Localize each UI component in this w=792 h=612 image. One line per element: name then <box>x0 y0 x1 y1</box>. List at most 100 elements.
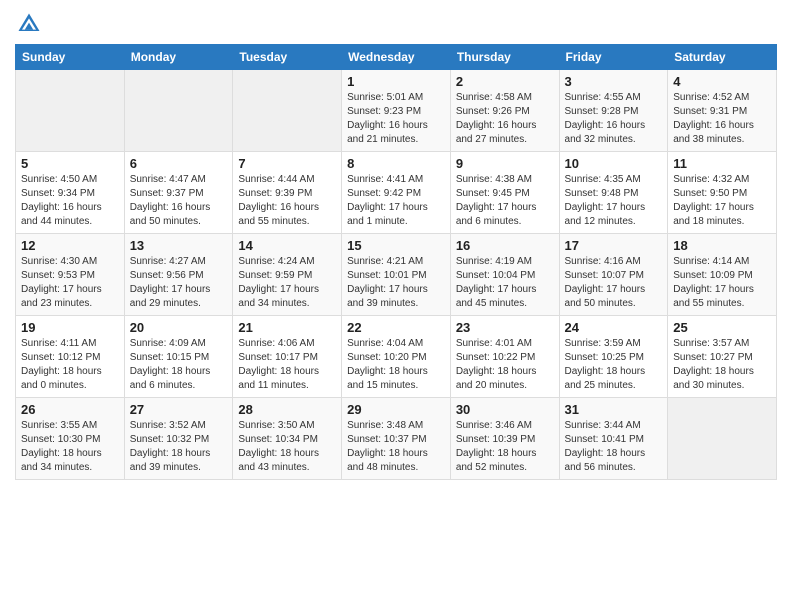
day-info: Sunrise: 5:01 AM Sunset: 9:23 PM Dayligh… <box>347 91 445 147</box>
day-info: Sunrise: 4:32 AM Sunset: 9:50 PM Dayligh… <box>673 173 771 229</box>
day-number: 19 <box>21 320 119 335</box>
day-info: Sunrise: 3:48 AM Sunset: 10:37 PM Daylig… <box>347 419 445 475</box>
day-info: Sunrise: 4:27 AM Sunset: 9:56 PM Dayligh… <box>130 255 228 311</box>
day-number: 28 <box>238 402 336 417</box>
day-info: Sunrise: 4:41 AM Sunset: 9:42 PM Dayligh… <box>347 173 445 229</box>
day-cell: 2 Sunrise: 4:58 AM Sunset: 9:26 PM Daylig… <box>450 70 559 152</box>
day-number: 9 <box>456 156 554 171</box>
day-info: Sunrise: 3:50 AM Sunset: 10:34 PM Daylig… <box>238 419 336 475</box>
day-cell <box>16 70 125 152</box>
day-info: Sunrise: 4:30 AM Sunset: 9:53 PM Dayligh… <box>21 255 119 311</box>
day-cell: 24 Sunrise: 3:59 AM Sunset: 10:25 PM Dayl… <box>559 316 668 398</box>
day-info: Sunrise: 4:52 AM Sunset: 9:31 PM Dayligh… <box>673 91 771 147</box>
day-cell: 15 Sunrise: 4:21 AM Sunset: 10:01 PM Dayl… <box>342 234 451 316</box>
day-info: Sunrise: 4:04 AM Sunset: 10:20 PM Daylig… <box>347 337 445 393</box>
day-number: 18 <box>673 238 771 253</box>
day-cell: 19Sunrise: 4:11 AM Sunset: 10:12 PM Dayl… <box>16 316 125 398</box>
day-header-row: SundayMondayTuesdayWednesdayThursdayFrid… <box>16 45 777 70</box>
day-info: Sunrise: 4:09 AM Sunset: 10:15 PM Daylig… <box>130 337 228 393</box>
day-cell: 22Sunrise: 4:04 AM Sunset: 10:20 PM Dayl… <box>342 316 451 398</box>
day-number: 27 <box>130 402 228 417</box>
day-cell: 1 Sunrise: 5:01 AM Sunset: 9:23 PM Daylig… <box>342 70 451 152</box>
day-info: Sunrise: 4:21 AM Sunset: 10:01 PM Daylig… <box>347 255 445 311</box>
day-cell: 13Sunrise: 4:27 AM Sunset: 9:56 PM Dayli… <box>124 234 233 316</box>
day-header-tuesday: Tuesday <box>233 45 342 70</box>
day-number: 1 <box>347 74 445 89</box>
day-number: 7 <box>238 156 336 171</box>
day-number: 30 <box>456 402 554 417</box>
day-header-sunday: Sunday <box>16 45 125 70</box>
day-cell: 7 Sunrise: 4:44 AM Sunset: 9:39 PM Daylig… <box>233 152 342 234</box>
day-info: Sunrise: 3:52 AM Sunset: 10:32 PM Daylig… <box>130 419 228 475</box>
day-info: Sunrise: 4:14 AM Sunset: 10:09 PM Daylig… <box>673 255 771 311</box>
day-cell <box>124 70 233 152</box>
day-cell: 21Sunrise: 4:06 AM Sunset: 10:17 PM Dayl… <box>233 316 342 398</box>
day-number: 17 <box>565 238 663 253</box>
week-row-5: 26 Sunrise: 3:55 AM Sunset: 10:30 PM Dayl… <box>16 398 777 480</box>
day-cell: 25 Sunrise: 3:57 AM Sunset: 10:27 PM Dayl… <box>668 316 777 398</box>
day-number: 29 <box>347 402 445 417</box>
day-cell: 5 Sunrise: 4:50 AM Sunset: 9:34 PM Daylig… <box>16 152 125 234</box>
day-cell: 30 Sunrise: 3:46 AM Sunset: 10:39 PM Dayl… <box>450 398 559 480</box>
day-header-monday: Monday <box>124 45 233 70</box>
logo <box>15 10 47 38</box>
day-info: Sunrise: 3:44 AM Sunset: 10:41 PM Daylig… <box>565 419 663 475</box>
day-number: 24 <box>565 320 663 335</box>
day-cell: 20Sunrise: 4:09 AM Sunset: 10:15 PM Dayl… <box>124 316 233 398</box>
day-cell: 16Sunrise: 4:19 AM Sunset: 10:04 PM Dayl… <box>450 234 559 316</box>
day-number: 3 <box>565 74 663 89</box>
day-number: 10 <box>565 156 663 171</box>
week-row-4: 19Sunrise: 4:11 AM Sunset: 10:12 PM Dayl… <box>16 316 777 398</box>
day-info: Sunrise: 3:46 AM Sunset: 10:39 PM Daylig… <box>456 419 554 475</box>
header <box>15 10 777 38</box>
day-info: Sunrise: 4:16 AM Sunset: 10:07 PM Daylig… <box>565 255 663 311</box>
day-number: 23 <box>456 320 554 335</box>
day-info: Sunrise: 4:44 AM Sunset: 9:39 PM Dayligh… <box>238 173 336 229</box>
calendar-body: 1 Sunrise: 5:01 AM Sunset: 9:23 PM Daylig… <box>16 70 777 480</box>
week-row-3: 12Sunrise: 4:30 AM Sunset: 9:53 PM Dayli… <box>16 234 777 316</box>
day-info: Sunrise: 4:50 AM Sunset: 9:34 PM Dayligh… <box>21 173 119 229</box>
day-cell: 18 Sunrise: 4:14 AM Sunset: 10:09 PM Dayl… <box>668 234 777 316</box>
day-info: Sunrise: 4:47 AM Sunset: 9:37 PM Dayligh… <box>130 173 228 229</box>
day-info: Sunrise: 4:58 AM Sunset: 9:26 PM Dayligh… <box>456 91 554 147</box>
week-row-2: 5 Sunrise: 4:50 AM Sunset: 9:34 PM Daylig… <box>16 152 777 234</box>
day-cell: 11 Sunrise: 4:32 AM Sunset: 9:50 PM Dayli… <box>668 152 777 234</box>
day-info: Sunrise: 4:35 AM Sunset: 9:48 PM Dayligh… <box>565 173 663 229</box>
day-number: 16 <box>456 238 554 253</box>
day-cell: 27 Sunrise: 3:52 AM Sunset: 10:32 PM Dayl… <box>124 398 233 480</box>
day-number: 31 <box>565 402 663 417</box>
day-cell: 10 Sunrise: 4:35 AM Sunset: 9:48 PM Dayli… <box>559 152 668 234</box>
day-header-saturday: Saturday <box>668 45 777 70</box>
day-cell: 26 Sunrise: 3:55 AM Sunset: 10:30 PM Dayl… <box>16 398 125 480</box>
day-cell: 12Sunrise: 4:30 AM Sunset: 9:53 PM Dayli… <box>16 234 125 316</box>
day-cell: 17 Sunrise: 4:16 AM Sunset: 10:07 PM Dayl… <box>559 234 668 316</box>
day-number: 14 <box>238 238 336 253</box>
day-cell: 31 Sunrise: 3:44 AM Sunset: 10:41 PM Dayl… <box>559 398 668 480</box>
day-info: Sunrise: 4:06 AM Sunset: 10:17 PM Daylig… <box>238 337 336 393</box>
day-info: Sunrise: 3:59 AM Sunset: 10:25 PM Daylig… <box>565 337 663 393</box>
day-info: Sunrise: 4:24 AM Sunset: 9:59 PM Dayligh… <box>238 255 336 311</box>
day-cell: 14 Sunrise: 4:24 AM Sunset: 9:59 PM Dayli… <box>233 234 342 316</box>
day-header-thursday: Thursday <box>450 45 559 70</box>
day-number: 11 <box>673 156 771 171</box>
day-cell: 28 Sunrise: 3:50 AM Sunset: 10:34 PM Dayl… <box>233 398 342 480</box>
day-number: 25 <box>673 320 771 335</box>
day-number: 26 <box>21 402 119 417</box>
day-cell: 3 Sunrise: 4:55 AM Sunset: 9:28 PM Daylig… <box>559 70 668 152</box>
day-number: 2 <box>456 74 554 89</box>
day-info: Sunrise: 4:55 AM Sunset: 9:28 PM Dayligh… <box>565 91 663 147</box>
day-info: Sunrise: 3:55 AM Sunset: 10:30 PM Daylig… <box>21 419 119 475</box>
day-info: Sunrise: 3:57 AM Sunset: 10:27 PM Daylig… <box>673 337 771 393</box>
logo-icon <box>15 10 43 38</box>
day-number: 15 <box>347 238 445 253</box>
day-number: 5 <box>21 156 119 171</box>
week-row-1: 1 Sunrise: 5:01 AM Sunset: 9:23 PM Daylig… <box>16 70 777 152</box>
day-number: 8 <box>347 156 445 171</box>
calendar-table: SundayMondayTuesdayWednesdayThursdayFrid… <box>15 44 777 480</box>
day-info: Sunrise: 4:38 AM Sunset: 9:45 PM Dayligh… <box>456 173 554 229</box>
page: SundayMondayTuesdayWednesdayThursdayFrid… <box>0 0 792 490</box>
day-cell: 4Sunrise: 4:52 AM Sunset: 9:31 PM Daylig… <box>668 70 777 152</box>
day-cell: 23Sunrise: 4:01 AM Sunset: 10:22 PM Dayl… <box>450 316 559 398</box>
day-header-wednesday: Wednesday <box>342 45 451 70</box>
calendar-header: SundayMondayTuesdayWednesdayThursdayFrid… <box>16 45 777 70</box>
